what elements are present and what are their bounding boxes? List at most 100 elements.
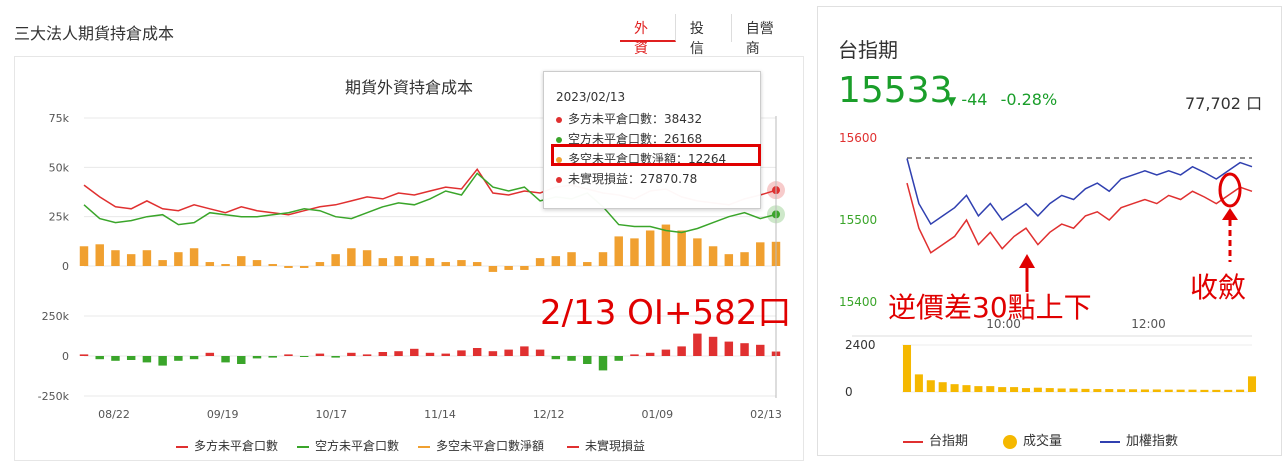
x-tick-label: 02/13 xyxy=(750,408,782,421)
upper-y-ticks: 75k 50k 25k 0 xyxy=(49,112,70,273)
volume-bar xyxy=(1117,389,1126,392)
legend-short[interactable]: 空方未平倉口數 xyxy=(297,437,399,454)
tooltip-row-long: 多方未平倉口數：38432 xyxy=(556,110,702,127)
y-tick-label: 15400 xyxy=(839,295,877,309)
net-bar xyxy=(677,230,686,266)
net-bar xyxy=(583,262,592,266)
legend-futures[interactable]: 台指期 xyxy=(903,430,968,449)
pnl-bar xyxy=(441,353,450,356)
spread-annotation: 逆價差30點上下 xyxy=(888,291,1092,324)
pnl-bar xyxy=(488,351,498,356)
net-bar xyxy=(457,260,466,266)
pnl-bar xyxy=(693,333,702,356)
y-tick-label: 2400 xyxy=(845,338,876,352)
y-tick-label: 250k xyxy=(42,310,70,323)
pnl-bar xyxy=(205,352,215,356)
instrument-name: 台指期 xyxy=(838,38,898,62)
oi-annotation: 2/13 OI+582口 xyxy=(540,293,792,333)
dot-icon xyxy=(556,176,562,183)
highlight-box xyxy=(551,144,761,166)
x-tick-label: 11/14 xyxy=(424,408,456,421)
lower-y-ticks: 250k 0 -250k xyxy=(38,310,70,403)
legend-pnl[interactable]: 未實現損益 xyxy=(567,437,645,454)
net-bar xyxy=(158,260,167,266)
net-bar xyxy=(693,238,702,266)
legend-taiex[interactable]: 加權指數 xyxy=(1100,430,1178,449)
pnl-bar xyxy=(268,356,277,358)
pnl-bar xyxy=(221,356,230,363)
net-bar xyxy=(79,246,89,266)
tooltip-date: 2023/02/13 xyxy=(556,90,626,104)
line-icon xyxy=(176,445,188,448)
net-bar xyxy=(315,262,325,266)
pnl-bar xyxy=(724,341,734,356)
volume-bar xyxy=(1152,389,1161,392)
y-tick-label: -250k xyxy=(38,390,70,403)
net-bar xyxy=(630,238,639,266)
volume-bar xyxy=(1069,388,1078,392)
down-arrow-icon: ▼ xyxy=(947,94,957,108)
line-icon xyxy=(418,445,430,448)
pnl-bar xyxy=(740,343,749,356)
pnl-bar xyxy=(315,353,325,356)
volume-bar xyxy=(1212,389,1221,392)
net-bar xyxy=(174,252,183,266)
volume-bar xyxy=(950,384,959,392)
dot-icon xyxy=(556,116,562,123)
tab-foreign[interactable]: 外資 xyxy=(620,14,676,57)
pnl-bar xyxy=(284,354,293,356)
volume-bar xyxy=(926,380,935,392)
net-bar xyxy=(95,244,104,266)
pnl-bar xyxy=(189,356,199,360)
legend-net[interactable]: 多空未平倉口數淨額 xyxy=(418,437,544,454)
pnl-bar xyxy=(174,356,183,361)
pnl-bar xyxy=(457,350,466,356)
x-tick-label: 08/22 xyxy=(98,408,130,421)
net-bar xyxy=(378,258,388,266)
net-bar xyxy=(284,266,293,268)
x-tick-label: 12/12 xyxy=(533,408,565,421)
pnl-bar xyxy=(583,356,592,364)
volume-bar xyxy=(986,386,995,392)
pnl-bar xyxy=(535,349,545,356)
tab-trust[interactable]: 投信 xyxy=(676,14,732,57)
net-bar xyxy=(252,260,262,266)
pnl-bar xyxy=(95,356,104,360)
pnl-bar xyxy=(661,349,671,356)
legend-volume[interactable]: 成交量 xyxy=(1003,430,1062,449)
net-bar xyxy=(535,258,545,266)
legend-long[interactable]: 多方未平倉口數 xyxy=(176,437,278,454)
volume-bar xyxy=(1129,389,1138,392)
last-price: 15533 xyxy=(838,70,953,111)
volume-bar xyxy=(998,387,1007,392)
tab-dealer[interactable]: 自營商 xyxy=(732,14,800,57)
x-tick-label: 12:00 xyxy=(1131,317,1166,331)
pnl-bar xyxy=(472,348,482,356)
pnl-bar xyxy=(614,356,623,361)
net-bar xyxy=(740,252,749,266)
pnl-bar xyxy=(331,356,340,358)
y-tick-label: 0 xyxy=(62,260,69,273)
volume-bar xyxy=(1081,388,1090,392)
line-icon xyxy=(567,445,579,448)
dot-icon xyxy=(1003,434,1017,449)
pnl-bar xyxy=(378,352,388,356)
pnl-bar xyxy=(362,354,372,356)
volume-bar xyxy=(974,386,983,392)
net-bar xyxy=(645,230,655,266)
volume-bar xyxy=(902,345,912,392)
pnl-bar xyxy=(504,349,513,356)
net-bar xyxy=(472,262,482,266)
net-bar xyxy=(614,236,623,266)
volume-bar xyxy=(938,382,947,392)
net-bar xyxy=(331,254,340,266)
net-bar xyxy=(425,258,435,266)
pnl-bar xyxy=(708,336,718,356)
convergence-arrow-head xyxy=(1222,208,1238,220)
pnl-bar xyxy=(645,352,655,356)
x-tick-label: 01/09 xyxy=(641,408,673,421)
y-tick-label: 0 xyxy=(845,385,853,399)
investor-tabs: 外資 投信 自營商 xyxy=(620,14,800,57)
net-bar xyxy=(598,252,608,266)
pnl-bar xyxy=(237,356,246,364)
